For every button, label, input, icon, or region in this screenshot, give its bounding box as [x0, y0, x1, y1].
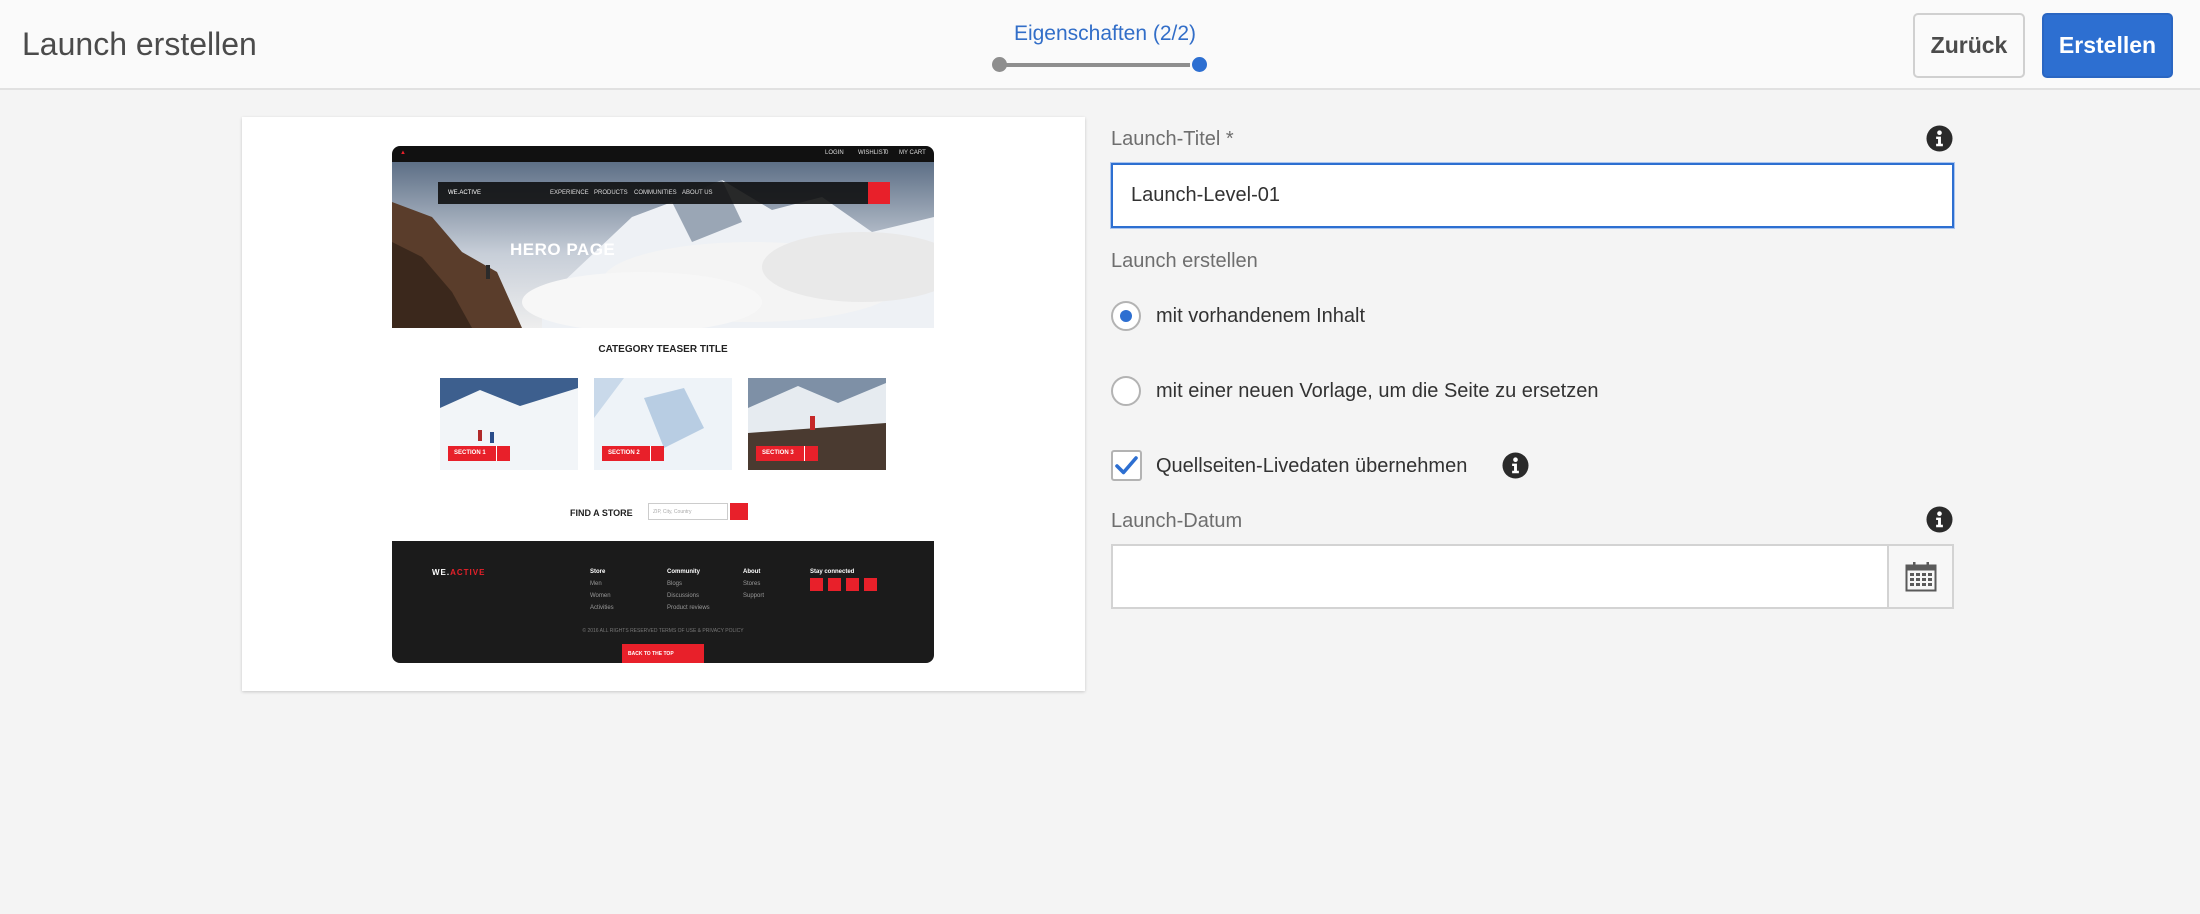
- thumb-footer-logo: WE.ACTIVE: [432, 568, 486, 577]
- launch-title-input[interactable]: [1111, 163, 1954, 228]
- thumb-section-button: SECTION 1: [448, 446, 510, 461]
- calendar-icon: [1905, 562, 1937, 592]
- thumb-footer-column: Stay connected: [810, 569, 855, 575]
- info-icon[interactable]: [1502, 452, 1529, 479]
- radio-new-template[interactable]: [1111, 376, 1141, 406]
- thumb-footer-column: Community Blogs Discussions Product revi…: [667, 569, 710, 611]
- thumb-footer-column: About Stores Support: [743, 569, 765, 599]
- radio-new-template-label: mit einer neuen Vorlage, um die Seite zu…: [1156, 380, 1599, 402]
- thumb-section-label: SECTION 2: [608, 450, 640, 456]
- top-bar: Launch erstellen Eigenschaften (2/2) Zur…: [0, 0, 2200, 90]
- wizard-step-line: [1006, 63, 1190, 67]
- thumb-hero: WE.ACTIVE EXPERIENCE PRODUCTS COMMUNITIE…: [392, 162, 934, 328]
- thumb-search-icon: [868, 182, 890, 204]
- thumb-find-input: ZIP, City, Country: [648, 503, 728, 520]
- page-preview-card: ▲ LOGIN WISHLIST 0 MY CART WE.ACTIVE EXP…: [242, 117, 1085, 691]
- page-title: Launch erstellen: [22, 26, 257, 62]
- create-mode-label: Launch erstellen: [1111, 250, 1258, 272]
- launch-date-input[interactable]: [1111, 544, 1889, 609]
- thumb-section-label: SECTION 1: [454, 450, 486, 456]
- thumb-footer: WE.ACTIVE Store Men Women Activities Com…: [392, 541, 934, 663]
- radio-existing-content-label: mit vorhandenem Inhalt: [1156, 305, 1366, 327]
- thumb-section-label: SECTION 3: [762, 450, 794, 456]
- thumb-teaser-card: SECTION 3: [748, 378, 886, 470]
- thumb-find-button: [730, 503, 748, 520]
- thumb-teaser-card: SECTION 1: [440, 378, 578, 470]
- thumb-footer-column: Store Men Women Activities: [590, 569, 614, 611]
- info-icon[interactable]: [1926, 125, 1953, 152]
- wizard-step-2-dot: [1192, 57, 1207, 72]
- thumb-hero-title: HERO PAGE: [510, 240, 616, 259]
- thumb-teaser-card: SECTION 2: [594, 378, 732, 470]
- thumb-cart: MY CART: [899, 150, 926, 156]
- thumb-find-store: FIND A STORE: [570, 508, 633, 518]
- back-button[interactable]: Zurück: [1913, 13, 2025, 78]
- thumb-cart-count: 0: [885, 150, 889, 156]
- thumb-login: LOGIN: [825, 150, 844, 156]
- page-thumbnail: ▲ LOGIN WISHLIST 0 MY CART WE.ACTIVE EXP…: [392, 146, 934, 663]
- title-field-label: Launch-Titel *: [1111, 128, 1234, 150]
- thumb-nav: WE.ACTIVE EXPERIENCE PRODUCTS COMMUNITIE…: [438, 182, 890, 204]
- create-button[interactable]: Erstellen: [2042, 13, 2173, 78]
- inherit-live-data-label: Quellseiten-Livedaten übernehmen: [1156, 455, 1468, 477]
- thumb-nav-item: COMMUNITIES: [634, 190, 677, 196]
- thumb-section-button: SECTION 2: [602, 446, 664, 461]
- info-icon[interactable]: [1926, 506, 1953, 533]
- check-icon: [1115, 456, 1138, 475]
- thumb-copyright: © 2016 ALL RIGHTS RESERVED TERMS OF USE …: [582, 628, 744, 634]
- thumb-nav-item: PRODUCTS: [594, 190, 628, 196]
- wizard-progress: Eigenschaften (2/2): [990, 20, 1220, 80]
- wizard-step-1-dot: [992, 57, 1007, 72]
- thumb-back-to-top: BACK TO THE TOP: [622, 644, 704, 663]
- thumb-social-icons: [810, 578, 882, 596]
- thumb-section-button: SECTION 3: [756, 446, 818, 461]
- thumb-logo-icon: ▲: [400, 150, 406, 156]
- thumb-nav-brand: WE.ACTIVE: [448, 190, 482, 196]
- thumb-wishlist: WISHLIST: [858, 150, 887, 156]
- calendar-button[interactable]: [1887, 544, 1954, 609]
- thumb-nav-item: ABOUT US: [682, 190, 713, 196]
- thumb-top-bar: ▲ LOGIN WISHLIST 0 MY CART: [392, 146, 934, 162]
- wizard-step-label: Eigenschaften (2/2): [1013, 22, 1197, 45]
- radio-existing-content[interactable]: [1111, 301, 1141, 331]
- thumb-nav-item: EXPERIENCE: [550, 190, 589, 196]
- thumb-category-title: CATEGORY TEASER TITLE: [598, 344, 728, 355]
- launch-date-label: Launch-Datum: [1111, 510, 1243, 532]
- inherit-live-data-checkbox[interactable]: [1111, 450, 1142, 481]
